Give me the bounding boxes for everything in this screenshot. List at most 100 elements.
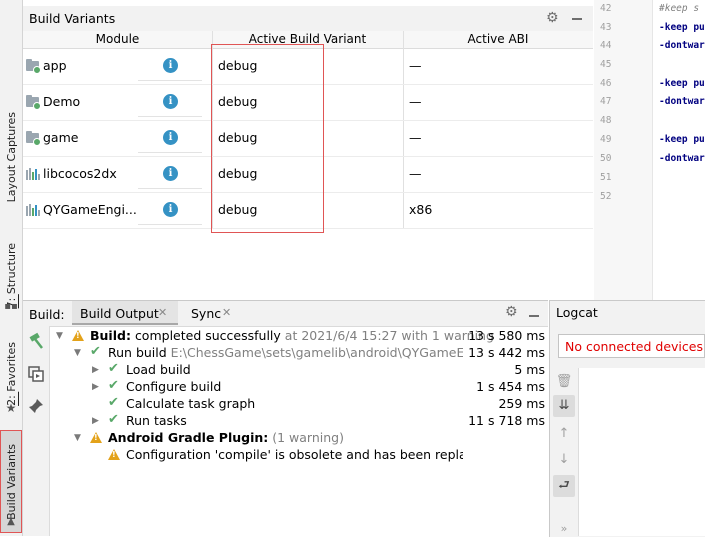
abi-value[interactable]: x86 — [409, 202, 432, 217]
variant-highlight-box — [211, 44, 324, 233]
run-build-item[interactable]: Run build E:\ChessGame\sets\gamelib\andr… — [108, 345, 463, 360]
code-line: -dontwarn — [659, 153, 705, 164]
build-side-toolbar — [23, 326, 50, 536]
scroll-to-end-icon[interactable]: ⇊ — [553, 395, 575, 417]
info-icon[interactable]: i — [163, 130, 178, 145]
line-number: 47 — [600, 96, 612, 107]
check-icon: ✔ — [108, 395, 119, 410]
line-number: 44 — [600, 40, 612, 51]
soft-wrap-icon[interactable]: ⮐ — [553, 475, 575, 497]
run-build-title: Run build — [108, 345, 167, 360]
gradle-plugin-suffix: (1 warning) — [272, 430, 344, 445]
logcat-title: Logcat — [556, 305, 598, 320]
hammer-icon[interactable] — [27, 332, 45, 350]
code-line: #keep s — [659, 3, 700, 14]
warning-icon — [108, 449, 120, 460]
line-number: 43 — [600, 22, 612, 33]
build-variants-tab-label: Build Variants — [4, 443, 18, 520]
expand-arrow-icon[interactable]: ▶ — [92, 365, 99, 375]
abi-value[interactable]: — — [409, 166, 422, 181]
app-module-dot — [33, 138, 41, 146]
abi-value[interactable]: — — [409, 94, 422, 109]
gear-icon[interactable]: ⚙ — [505, 304, 518, 320]
run-build-time: 13 s 442 ms — [468, 345, 545, 360]
structure-label: Structure — [4, 243, 18, 295]
app-module-dot — [33, 102, 41, 110]
device-select-value: No connected devices — [565, 339, 703, 354]
step-time: 5 ms — [514, 362, 545, 377]
line-number: 46 — [600, 78, 612, 89]
code-line: -keep pu — [659, 134, 705, 145]
gear-icon[interactable]: ⚙ — [546, 10, 559, 26]
tab-build-output[interactable]: Build Output ✕ — [72, 301, 178, 325]
column-header-module: Module — [95, 32, 140, 46]
left-tool-strip: Layout Captures 7: Structure ▪▪ 2: Favor… — [0, 0, 23, 536]
gradle-plugin-title: Android Gradle Plugin: — [108, 430, 269, 445]
build-root-status: completed successfully — [134, 328, 281, 343]
build-root-item[interactable]: Build: completed successfully at 2021/6/… — [90, 328, 494, 343]
tab-sync[interactable]: Sync ✕ — [183, 301, 243, 325]
code-line: -keep pu — [659, 78, 705, 89]
close-icon[interactable]: ✕ — [222, 306, 231, 319]
run-build-path: E:\ChessGame\sets\gamelib\android\QYGame… — [170, 345, 463, 360]
module-name: libcocos2dx — [43, 166, 117, 181]
collapse-arrow-icon[interactable]: ▼ — [56, 331, 63, 341]
info-icon[interactable]: i — [163, 58, 178, 73]
check-icon: ✔ — [108, 378, 119, 393]
minimize-icon[interactable] — [570, 9, 584, 23]
star-icon: ★ — [5, 401, 17, 415]
toggle-view-icon[interactable] — [28, 366, 44, 382]
step-configure-build[interactable]: Configure build — [126, 379, 221, 394]
tab-sync-label: Sync — [191, 306, 222, 321]
step-load-build[interactable]: Load build — [126, 362, 191, 377]
arrow-up-icon[interactable]: ↑ — [553, 423, 575, 445]
collapse-arrow-icon[interactable]: ▼ — [74, 433, 81, 443]
build-root-time: 13 s 580 ms — [468, 328, 545, 343]
collapse-arrow-icon[interactable]: ▼ — [74, 348, 81, 358]
step-time: 259 ms — [498, 396, 545, 411]
warning-message[interactable]: Configuration 'compile' is obsolete and … — [126, 447, 463, 462]
code-line: -dontwarn — [659, 96, 705, 107]
module-name: Demo — [43, 94, 81, 109]
layout-captures-tab[interactable]: Layout Captures — [0, 110, 22, 205]
trash-icon[interactable]: 🗑 — [553, 371, 575, 393]
line-number: 48 — [600, 115, 612, 126]
module-name: game — [43, 130, 79, 145]
warning-icon — [72, 330, 84, 341]
expand-arrow-icon[interactable]: ▶ — [92, 416, 99, 426]
line-number: 52 — [600, 191, 612, 202]
more-icon[interactable]: » — [553, 518, 575, 540]
module-name: app — [43, 58, 67, 73]
info-icon[interactable]: i — [163, 94, 178, 109]
minimize-icon[interactable] — [527, 306, 541, 320]
pin-icon[interactable] — [28, 398, 44, 414]
logcat-output[interactable] — [578, 368, 705, 536]
check-icon: ✔ — [108, 361, 119, 376]
build-variants-header: Build Variants ⚙ — [23, 6, 593, 32]
line-number: 42 — [600, 3, 612, 14]
build-variants-title: Build Variants — [29, 11, 116, 26]
line-number: 50 — [600, 153, 612, 164]
gradle-plugin-item[interactable]: Android Gradle Plugin: (1 warning) — [108, 430, 344, 445]
warning-icon — [90, 432, 102, 443]
structure-icon: ▪▪ — [4, 300, 18, 312]
library-icon — [26, 204, 41, 216]
line-number: 49 — [600, 134, 612, 145]
column-header-abi: Active ABI — [467, 32, 529, 46]
line-number: 45 — [600, 59, 612, 70]
build-variants-icon: ▲ — [7, 515, 15, 527]
abi-value[interactable]: — — [409, 130, 422, 145]
library-icon — [26, 168, 41, 180]
arrow-down-icon[interactable]: ↓ — [553, 449, 575, 471]
info-icon[interactable]: i — [163, 166, 178, 181]
close-icon[interactable]: ✕ — [158, 306, 167, 319]
code-line: -dontwarn — [659, 40, 705, 51]
step-run-tasks[interactable]: Run tasks — [126, 413, 187, 428]
info-icon[interactable]: i — [163, 202, 178, 217]
step-calculate-task-graph[interactable]: Calculate task graph — [126, 396, 255, 411]
expand-arrow-icon[interactable]: ▶ — [92, 382, 99, 392]
check-icon: ✔ — [108, 412, 119, 427]
step-time: 1 s 454 ms — [476, 379, 545, 394]
favorites-label: Favorites — [4, 342, 18, 392]
abi-value[interactable]: — — [409, 58, 422, 73]
